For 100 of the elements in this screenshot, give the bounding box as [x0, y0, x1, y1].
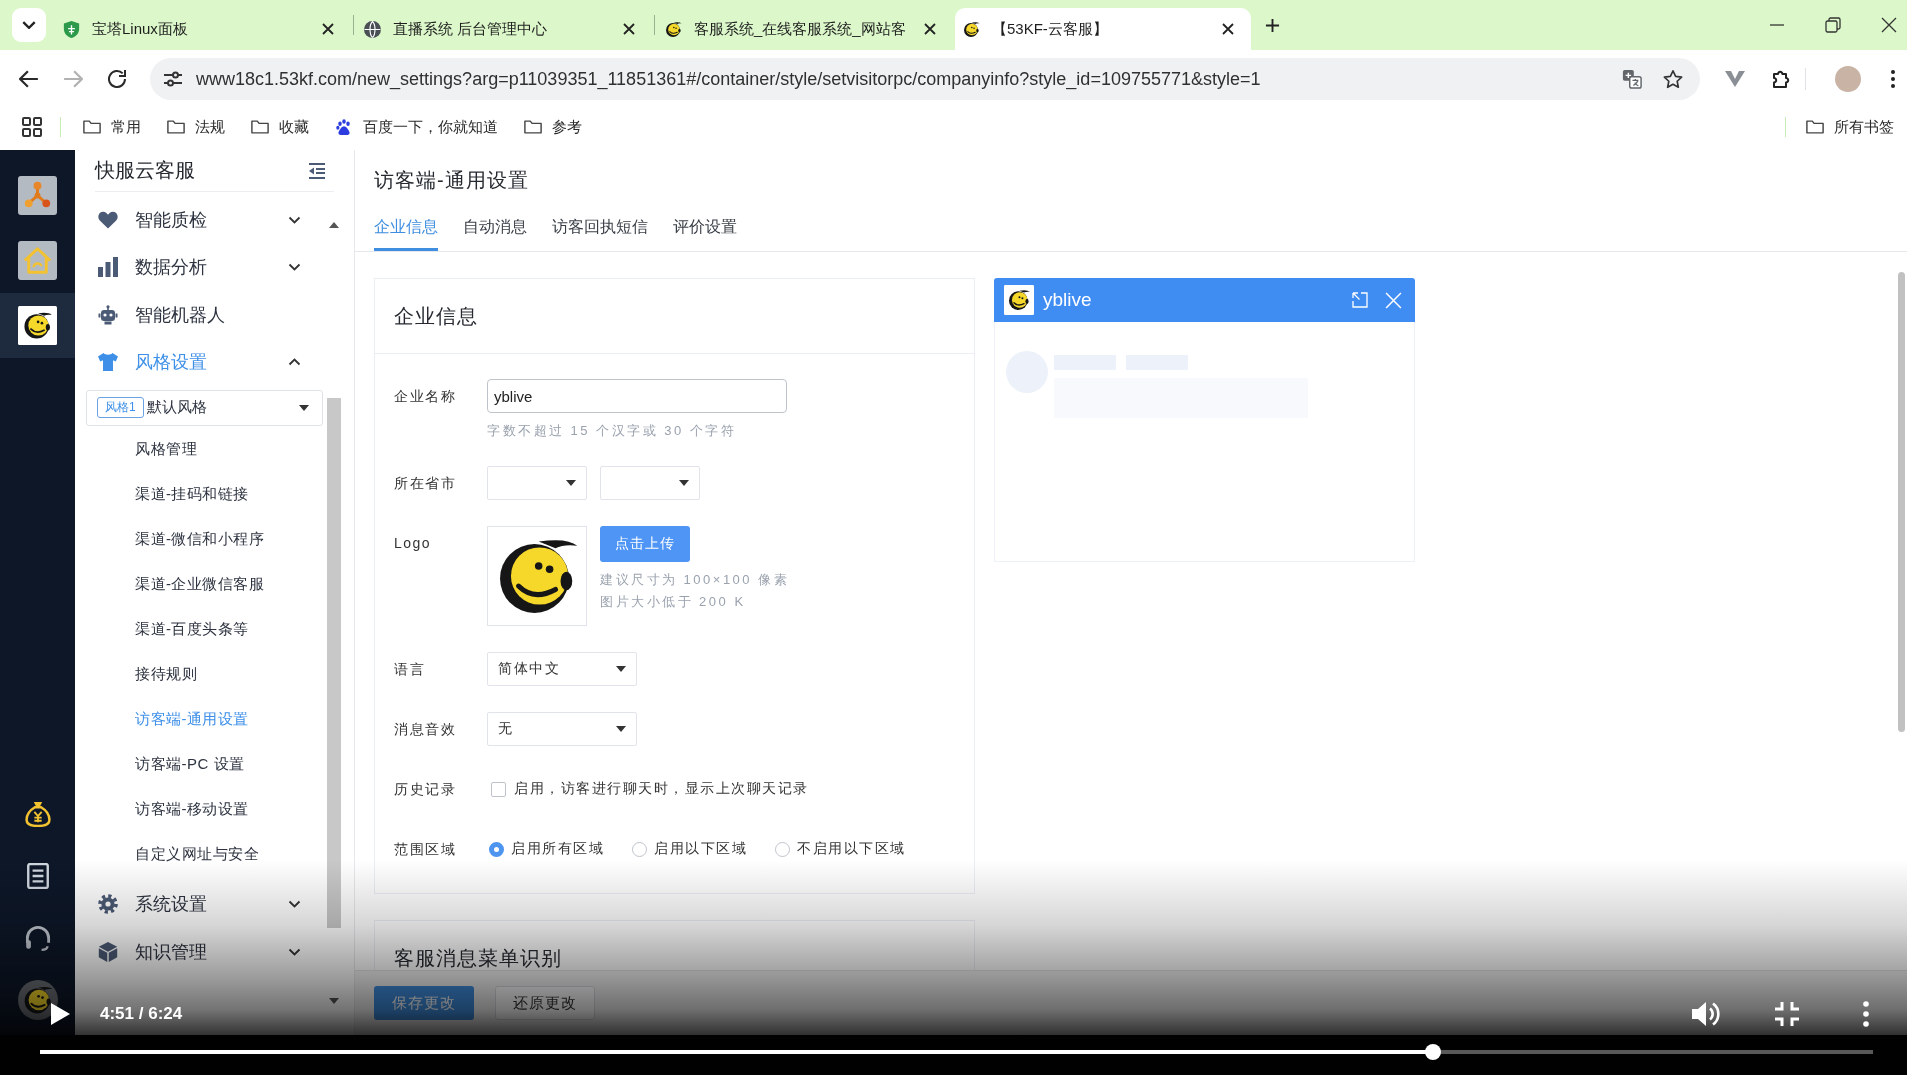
rail-item[interactable]: [0, 293, 75, 358]
translate-icon[interactable]: [1622, 69, 1642, 89]
url-text[interactable]: www18c1.53kf.com/new_settings?arg=p11039351_11851361#/container/style/setvisitorpc/companyinfo?style_id=109755771&style=1: [196, 68, 1261, 90]
field-label: 企业名称: [394, 387, 457, 406]
money-bag-icon[interactable]: [24, 801, 51, 827]
sidebar-subitem[interactable]: 渠道-企业微信客服: [75, 561, 327, 607]
maximize-icon[interactable]: [1352, 292, 1368, 308]
caret-down-icon: [299, 404, 309, 411]
paw-icon: [335, 119, 353, 135]
scrollbar-thumb[interactable]: [1898, 272, 1905, 732]
sidebar-subitem[interactable]: 访客端-PC 设置: [75, 741, 327, 787]
page-tab[interactable]: 企业信息: [374, 207, 438, 251]
card-title: 客服消息菜单识别: [394, 945, 562, 971]
folder-icon: [83, 119, 101, 135]
style-select[interactable]: 风格1 默认风格: [86, 389, 323, 426]
new-tab-icon[interactable]: [1265, 17, 1280, 33]
sidebar-item[interactable]: 智能质检: [75, 199, 327, 240]
caret-down-icon: [616, 666, 626, 672]
sidebar-subitem[interactable]: 渠道-挂码和链接: [75, 471, 327, 517]
shirt-icon: [98, 352, 118, 372]
page-tab[interactable]: 评价设置: [673, 207, 737, 251]
close-icon[interactable]: [924, 23, 936, 35]
radio-label[interactable]: 启用以下区域: [654, 840, 747, 858]
sidebar-subitem[interactable]: 访客端-移动设置: [75, 786, 327, 832]
close-icon[interactable]: [1881, 17, 1897, 33]
sidebar-item[interactable]: 知识管理: [75, 931, 327, 972]
v-logo-icon[interactable]: [1725, 69, 1745, 89]
shield-icon: [63, 20, 80, 38]
minimize-icon[interactable]: [1769, 24, 1785, 26]
bookmark-item[interactable]: 法规: [161, 117, 231, 137]
back-icon[interactable]: [19, 69, 39, 89]
sidebar-subitem[interactable]: 渠道-百度头条等: [75, 606, 327, 652]
puzzle-icon[interactable]: [1772, 69, 1792, 89]
star-icon[interactable]: [1663, 69, 1683, 89]
sidebar-item[interactable]: 智能机器人: [75, 294, 327, 335]
smiley-logo-icon: [1004, 285, 1034, 315]
scroll-up-button[interactable]: [329, 222, 339, 228]
page-tab[interactable]: 访客回执短信: [552, 207, 648, 251]
browser-tab[interactable]: 宝塔Linux面板: [55, 8, 351, 50]
scrollbar-thumb[interactable]: [327, 398, 341, 928]
collapse-menu-icon[interactable]: [307, 161, 327, 180]
checkbox-label[interactable]: 启用，访客进行聊天时，显示上次聊天记录: [514, 780, 809, 798]
apps-icon[interactable]: [22, 117, 42, 137]
play-icon[interactable]: [50, 1003, 70, 1025]
close-icon[interactable]: [623, 23, 635, 35]
reload-icon[interactable]: [107, 69, 127, 89]
sidebar-item[interactable]: 系统设置: [75, 884, 327, 924]
radio-button[interactable]: [489, 841, 504, 857]
scroll-down-button[interactable]: [329, 998, 339, 1004]
browser-tab[interactable]: 直播系统 后台管理中心: [356, 8, 652, 50]
bookmark-item[interactable]: 常用: [77, 117, 147, 137]
text-input[interactable]: yblive: [487, 379, 787, 413]
sidebar-subitem[interactable]: 接待规则: [75, 651, 327, 697]
document-icon[interactable]: [24, 863, 51, 889]
caret-down-icon: [679, 480, 689, 486]
style-tag: 风格1: [97, 397, 144, 418]
address-bar[interactable]: www18c1.53kf.com/new_settings?arg=p11039351_11851361#/container/style/setvisitorpc/companyinfo?style_id=109755771&style=1: [150, 58, 1700, 100]
page-tab[interactable]: 自动消息: [463, 207, 527, 251]
folder-icon: [251, 119, 269, 135]
browser-tab[interactable]: 【53KF-云客服】: [955, 8, 1251, 50]
smiley-avatar-icon[interactable]: [17, 980, 58, 1020]
more-icon[interactable]: [1890, 69, 1896, 89]
field-hint: 建议尺寸为 100×100 像素: [600, 571, 790, 589]
radio-label[interactable]: 不启用以下区域: [797, 840, 906, 858]
chevron-down-icon: [22, 21, 36, 29]
bookmark-item[interactable]: 百度一下，你就知道: [329, 117, 504, 137]
restore-icon[interactable]: [1825, 17, 1841, 33]
more-icon[interactable]: [1863, 1001, 1869, 1027]
smiley-icon: [665, 20, 682, 38]
site-settings-icon[interactable]: [163, 69, 183, 89]
progress-track[interactable]: [40, 1044, 1873, 1060]
bookmark-item[interactable]: 收藏: [245, 117, 315, 137]
close-icon[interactable]: [322, 23, 334, 35]
field-label: 语言: [394, 660, 426, 679]
tab-search-button[interactable]: [12, 8, 46, 42]
revert-button[interactable]: 还原更改: [495, 986, 595, 1020]
browser-tab[interactable]: 客服系统_在线客服系统_网站客: [657, 8, 953, 50]
exit-fullscreen-icon[interactable]: [1774, 1001, 1800, 1027]
checkbox[interactable]: [491, 781, 506, 797]
chat-window-title: yblive: [1043, 289, 1092, 311]
sidebar-subitem[interactable]: 风格管理: [75, 426, 327, 472]
dropdown-select[interactable]: 无: [487, 712, 637, 746]
field-label: 消息音效: [394, 720, 457, 739]
robot-icon: [98, 304, 118, 325]
dropdown-select[interactable]: 简体中文: [487, 652, 637, 686]
close-icon[interactable]: [1222, 23, 1234, 35]
all-bookmarks-button[interactable]: 所有书签: [1800, 117, 1900, 137]
page-title: 访客端-通用设置: [373, 168, 529, 192]
sidebar-item[interactable]: 数据分析: [75, 247, 327, 287]
radio-button[interactable]: [775, 841, 790, 857]
cube-icon: [98, 941, 118, 962]
sidebar-subitem[interactable]: 渠道-微信和小程序: [75, 516, 327, 562]
sidebar-subitem[interactable]: 访客端-通用设置: [75, 696, 327, 742]
volume-icon[interactable]: [1691, 1000, 1721, 1028]
radio-button[interactable]: [632, 841, 647, 857]
headset-icon[interactable]: [24, 925, 51, 951]
sidebar-title: 快服云客服: [95, 158, 195, 183]
sidebar-subitem[interactable]: 自定义网址与安全: [75, 831, 327, 877]
bookmark-item[interactable]: 参考: [518, 117, 588, 137]
radio-label[interactable]: 启用所有区域: [511, 840, 604, 858]
